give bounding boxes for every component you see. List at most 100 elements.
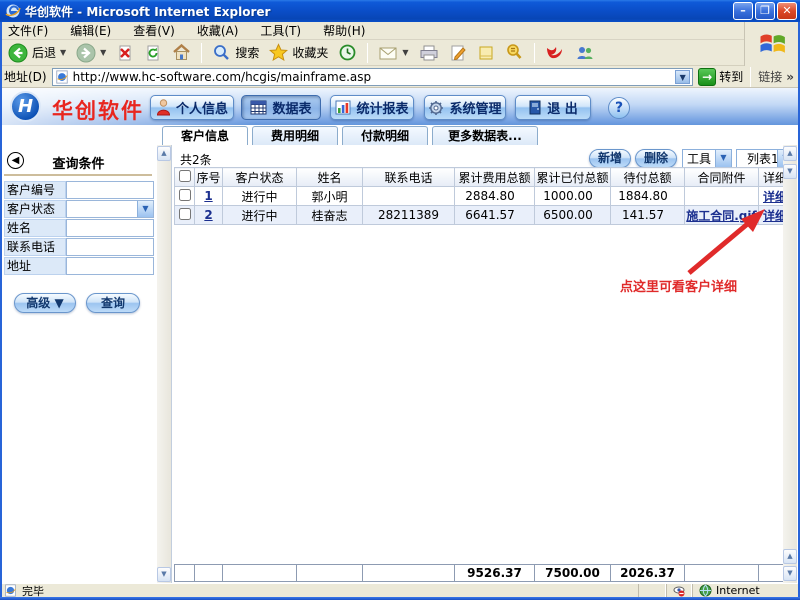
search-button[interactable]: 搜索 [210, 42, 261, 63]
address-input[interactable]: http://www.hc-software.com/hcgis/mainfra… [52, 68, 694, 86]
thunder-button[interactable] [543, 43, 567, 63]
mail-dropdown-icon[interactable]: ▼ [402, 48, 408, 57]
name-input[interactable] [66, 219, 154, 237]
notes-button[interactable] [475, 43, 497, 63]
address-url: http://www.hc-software.com/hcgis/mainfra… [73, 70, 672, 84]
delete-button[interactable]: 删除 [635, 149, 677, 168]
back-button[interactable]: 后退 ▼ [6, 42, 68, 64]
title-bar[interactable]: 华创软件 - Microsoft Internet Explorer – ❐ ✕ [0, 0, 800, 22]
tab-fee-detail[interactable]: 费用明细 [252, 126, 338, 145]
refresh-button[interactable] [142, 43, 164, 63]
tools-dropdown[interactable]: 工具 ▼ [682, 149, 732, 168]
chevron-down-icon[interactable]: ▼ [137, 201, 153, 217]
cell-phone: 28211389 [363, 206, 455, 225]
back-dropdown-icon[interactable]: ▼ [60, 48, 66, 57]
nav-admin[interactable]: 系统管理 [424, 95, 506, 120]
cell-status: 进行中 [223, 206, 297, 225]
scroll-up-icon[interactable]: ▲ [783, 146, 797, 161]
windows-flag-icon [758, 29, 788, 59]
page-ie-icon [4, 584, 17, 597]
nav-report-label: 统计报表 [356, 98, 408, 117]
menu-help[interactable]: 帮助(H) [323, 22, 365, 39]
go-button[interactable]: → 转到 [698, 68, 743, 86]
go-label: 转到 [719, 68, 743, 85]
favorites-star-icon [269, 43, 288, 62]
menu-view[interactable]: 查看(V) [133, 22, 175, 39]
totals-row: 9526.37 7500.00 2026.37 [174, 564, 792, 582]
cell-fee-total: 2884.80 [455, 187, 535, 206]
customer-status-select[interactable]: ▼ [66, 200, 154, 218]
table-scrollbar[interactable]: ▲ ▼ ▲ ▼ [783, 145, 797, 583]
nav-exit[interactable]: 退 出 [515, 95, 591, 120]
tab-customer-info[interactable]: 客户信息 [162, 126, 248, 145]
chevron-down-icon[interactable]: ▼ [715, 150, 731, 167]
nav-exit-label: 退 出 [547, 98, 578, 117]
menu-edit[interactable]: 编辑(E) [70, 22, 111, 39]
tab-more-tables[interactable]: 更多数据表... [432, 126, 538, 145]
row-checkbox[interactable] [179, 208, 191, 220]
nav-report[interactable]: 统计报表 [330, 95, 414, 120]
close-button[interactable]: ✕ [777, 2, 797, 20]
print-icon [419, 44, 439, 62]
edit-button[interactable] [447, 43, 469, 63]
customer-no-input[interactable] [66, 181, 154, 199]
stop-button[interactable] [114, 43, 136, 63]
row-seq-link[interactable]: 1 [204, 189, 212, 203]
menu-tools[interactable]: 工具(T) [260, 22, 301, 39]
money-search-button[interactable] [503, 42, 526, 63]
menu-favorites[interactable]: 收藏(A) [197, 22, 239, 39]
scroll-down-icon[interactable]: ▼ [783, 164, 797, 179]
restore-button[interactable]: ❐ [755, 2, 775, 20]
phone-input[interactable] [66, 238, 154, 256]
gear-icon [428, 100, 444, 116]
forward-button[interactable]: ▼ [74, 42, 108, 64]
scroll-up-icon[interactable]: ▲ [157, 146, 171, 161]
history-button[interactable] [336, 42, 359, 63]
back-label: 后退 [32, 44, 56, 61]
field-label-customer-status: 客户状态 [4, 200, 66, 218]
menu-file[interactable]: 文件(F) [8, 22, 48, 39]
links-button[interactable]: 链接 » [758, 68, 796, 85]
mail-button[interactable]: ▼ [376, 43, 410, 63]
field-label-customer-no: 客户编号 [4, 181, 66, 199]
messenger-button[interactable] [573, 43, 597, 63]
status-pane [638, 584, 666, 597]
nav-personal-info[interactable]: 个人信息 [150, 95, 234, 120]
query-button[interactable]: 查询 [86, 293, 140, 313]
status-bar: 完毕 Internet [0, 583, 800, 597]
cell-name: 郭小明 [297, 187, 363, 206]
huachuang-logo-icon: H [10, 91, 41, 122]
scroll-up-icon[interactable]: ▲ [783, 549, 797, 564]
add-button[interactable]: 新增 [589, 149, 631, 168]
nav-data-tables[interactable]: 数据表 [241, 95, 321, 120]
ie-icon [5, 3, 21, 19]
scroll-down-icon[interactable]: ▼ [157, 567, 171, 582]
address-bar: 地址(D) http://www.hc-software.com/hcgis/m… [0, 66, 800, 88]
address-dropdown-icon[interactable]: ▼ [675, 70, 690, 84]
status-pane [666, 584, 692, 597]
privacy-report-icon [673, 585, 685, 597]
collapse-panel-icon[interactable]: ◀ [7, 152, 24, 169]
favorites-button[interactable]: 收藏夹 [267, 42, 330, 63]
row-checkbox[interactable] [179, 189, 191, 201]
help-button[interactable]: ? [608, 97, 630, 119]
minimize-button[interactable]: – [733, 2, 753, 20]
address-field-input[interactable] [66, 257, 154, 275]
zone-label: Internet [716, 584, 760, 597]
cell-paid-total: 6500.00 [535, 206, 611, 225]
sidebar-scrollbar[interactable]: ▲ ▼ [157, 145, 171, 583]
advanced-button[interactable]: 高级 ▼ [14, 293, 76, 313]
edit-icon [449, 44, 467, 62]
forward-dropdown-icon[interactable]: ▼ [100, 48, 106, 57]
total-due: 2026.37 [611, 565, 685, 582]
scroll-down-icon[interactable]: ▼ [783, 566, 797, 581]
select-all-checkbox[interactable] [179, 170, 191, 182]
row-seq-link[interactable]: 2 [204, 208, 212, 222]
data-table-panel: 共2条 新增 删除 工具 ▼ 列表1 ▼ 序号 客户状态 姓名 联系电话 累计费… [171, 145, 797, 583]
home-button[interactable] [170, 42, 193, 63]
cell-fee-total: 6641.57 [455, 206, 535, 225]
cell-due-total: 141.57 [611, 206, 685, 225]
tab-payment-detail[interactable]: 付款明细 [342, 126, 428, 145]
print-button[interactable] [417, 43, 441, 63]
cell-name: 桂奋志 [297, 206, 363, 225]
